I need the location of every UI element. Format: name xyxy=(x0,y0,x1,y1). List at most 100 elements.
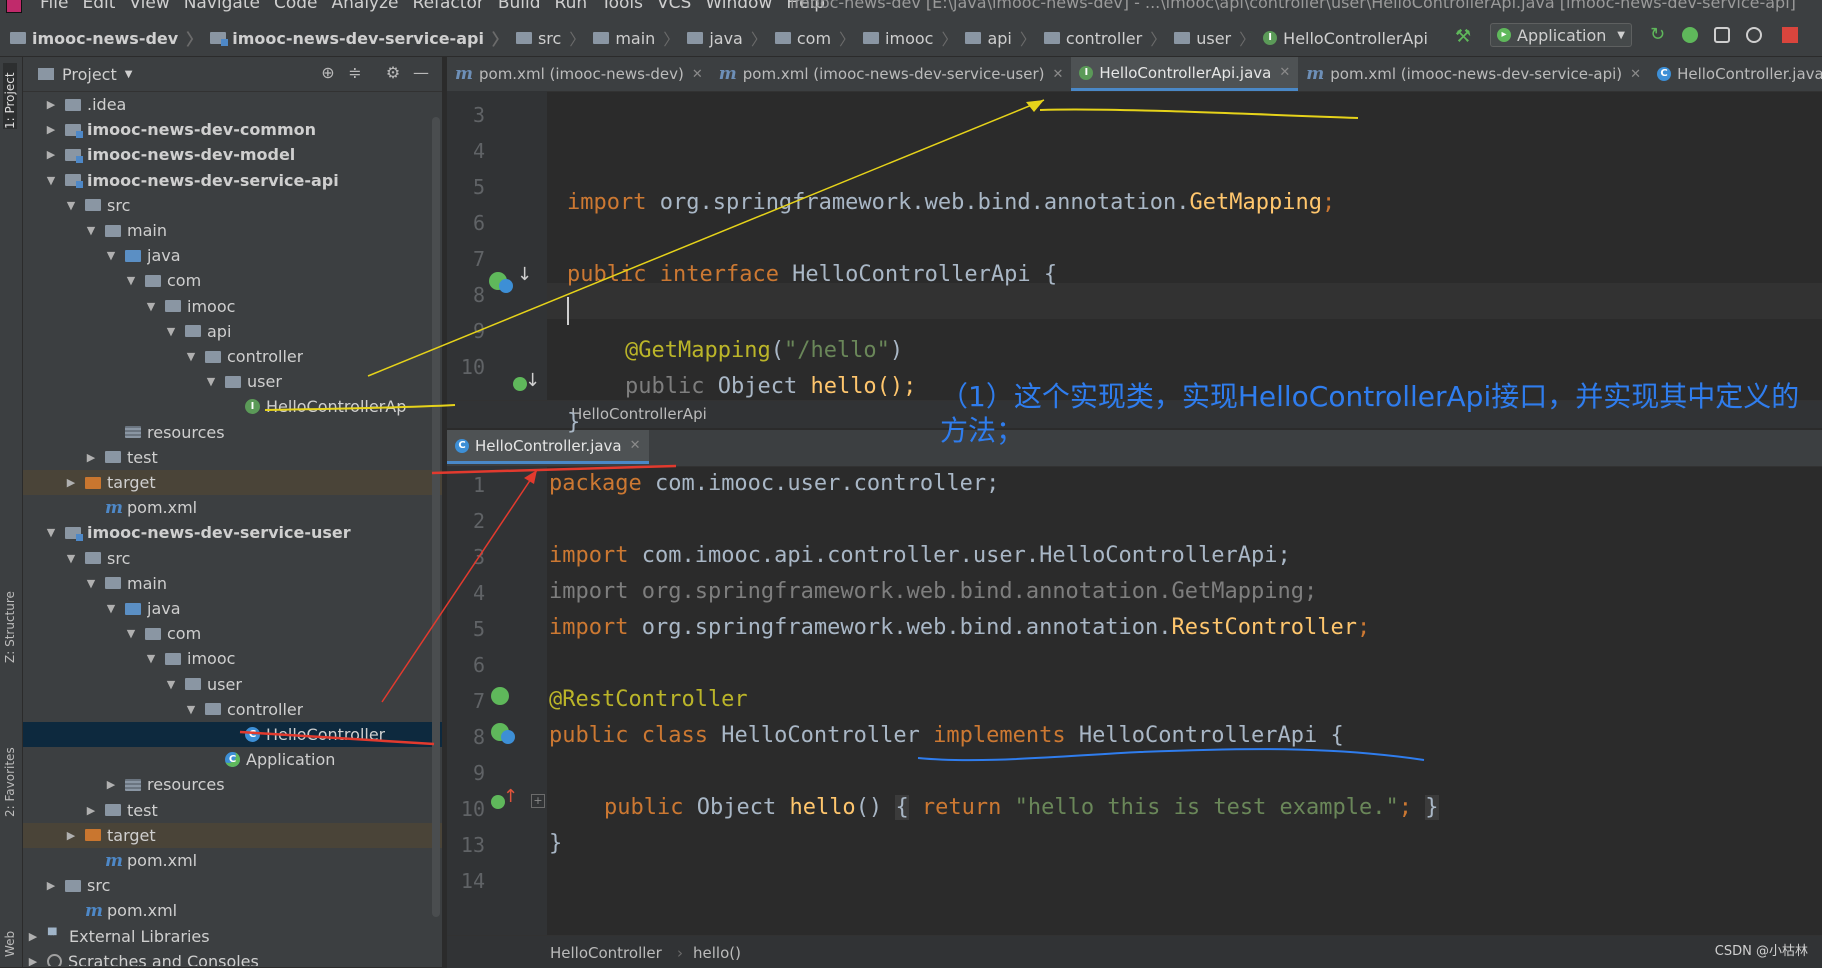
tree-item[interactable]: m pom.xml xyxy=(23,848,442,873)
expand-arrow-icon[interactable]: ▼ xyxy=(185,703,197,716)
tree-item[interactable]: ▶ target xyxy=(23,470,442,495)
code-line-8[interactable]: public class HelloController implements … xyxy=(549,723,1344,748)
implements-arrow-up-icon[interactable]: ↑ xyxy=(503,786,518,807)
project-tool-button[interactable]: 1: Project xyxy=(3,63,17,129)
expand-arrow-icon[interactable]: ▼ xyxy=(165,325,177,338)
code-line-10[interactable]: public Object hello() { return "hello th… xyxy=(604,795,1439,820)
code-line-4[interactable]: import org.springframework.web.bind.anno… xyxy=(567,190,1335,215)
fold-expand-icon[interactable]: + xyxy=(531,794,545,808)
expand-arrow-icon[interactable]: ▼ xyxy=(145,652,157,665)
collapse-arrow-icon[interactable]: ▶ xyxy=(45,148,57,161)
collapse-arrow-icon[interactable]: ▶ xyxy=(105,778,117,791)
expand-arrow-icon[interactable]: ▼ xyxy=(85,577,97,590)
nav-crumb[interactable]: src 〉 xyxy=(515,26,593,50)
expand-arrow-icon[interactable]: ▼ xyxy=(45,174,57,187)
stop-icon[interactable] xyxy=(1782,27,1798,43)
tree-item[interactable]: ▼ imooc-news-dev-service-api xyxy=(23,168,442,193)
breadcrumb-item[interactable]: hello() xyxy=(693,944,741,962)
menu-item-view[interactable]: View xyxy=(129,0,169,13)
tree-item[interactable]: ▶ test xyxy=(23,798,442,823)
tree-item[interactable]: I HelloControllerAp xyxy=(23,394,442,419)
collapse-all-icon[interactable]: ≑ xyxy=(347,65,363,81)
tree-item[interactable]: ▶ External Libraries xyxy=(23,924,442,949)
code-line-6[interactable]: public interface HelloControllerApi { xyxy=(567,262,1057,287)
code-line-10[interactable]: } xyxy=(567,410,580,435)
tree-item[interactable]: ▼ com xyxy=(23,268,442,293)
run-configuration-select[interactable]: ▸ Application ▼ xyxy=(1490,23,1632,47)
expand-arrow-icon[interactable]: ▼ xyxy=(165,678,177,691)
menu-item-code[interactable]: Code xyxy=(274,0,318,13)
breadcrumb-item[interactable]: HelloControllerApi xyxy=(571,405,707,423)
menu-item-edit[interactable]: Edit xyxy=(82,0,115,13)
tree-item[interactable]: ▶ target xyxy=(23,822,442,848)
expand-arrow-icon[interactable]: ▼ xyxy=(85,224,97,237)
tree-item[interactable]: C HelloController xyxy=(23,722,442,747)
web-tool-button[interactable]: Web xyxy=(3,917,17,957)
tree-item[interactable]: ▼ imooc xyxy=(23,646,442,671)
spring-bean-gutter-icon[interactable] xyxy=(491,687,509,705)
menu-item-tools[interactable]: Tools xyxy=(601,0,643,13)
tree-item[interactable]: ▼ com xyxy=(23,621,442,646)
run-with-coverage-icon[interactable] xyxy=(1714,27,1730,43)
code-line-13[interactable]: } xyxy=(549,831,562,856)
nav-crumb[interactable]: imooc 〉 xyxy=(863,26,965,50)
tree-item[interactable]: ▶ Scratches and Consoles xyxy=(23,949,442,966)
tree-item[interactable]: m pom.xml xyxy=(23,898,442,923)
code-line-8[interactable]: @GetMapping("/hello") xyxy=(625,338,903,363)
tree-item[interactable]: ▼ src xyxy=(23,193,442,218)
menu-item-navigate[interactable]: Navigate xyxy=(184,0,260,13)
tree-item[interactable]: ▼ user xyxy=(23,369,442,394)
nav-crumb[interactable]: controller 〉 xyxy=(1043,26,1174,50)
expand-arrow-icon[interactable]: ▼ xyxy=(105,602,117,615)
nav-crumb[interactable]: main 〉 xyxy=(593,26,687,50)
locate-target-icon[interactable]: ⊕ xyxy=(320,65,336,81)
tree-item[interactable]: m pom.xml xyxy=(23,495,442,520)
tree-item[interactable]: resources xyxy=(23,420,442,445)
breadcrumb-item[interactable]: HelloController xyxy=(550,944,662,962)
close-icon[interactable]: ✕ xyxy=(1279,65,1290,80)
tree-item[interactable]: ▶ test xyxy=(23,445,442,470)
close-icon[interactable]: ✕ xyxy=(1630,67,1641,82)
tree-item[interactable]: ▼ controller xyxy=(23,697,442,722)
implemented-gutter-icon[interactable] xyxy=(499,279,513,293)
tree-item[interactable]: ▼ api xyxy=(23,319,442,344)
tree-item[interactable]: ▼ main xyxy=(23,571,442,596)
expand-arrow-icon[interactable]: ▼ xyxy=(125,274,137,287)
nav-crumb[interactable]: api 〉 xyxy=(965,26,1043,50)
collapse-arrow-icon[interactable]: ▶ xyxy=(65,476,77,489)
nav-crumb[interactable]: imooc-news-dev-service-api 〉 xyxy=(210,26,516,50)
collapse-arrow-icon[interactable]: ▶ xyxy=(27,930,39,943)
hide-panel-icon[interactable]: — xyxy=(413,65,429,81)
code-line-3[interactable]: import com.imooc.api.controller.user.Hel… xyxy=(549,543,1291,568)
tree-item[interactable]: C Application xyxy=(23,747,442,772)
editor-tab[interactable]: m pom.xml (imooc-news-dev) ✕ xyxy=(447,57,711,91)
tree-item[interactable]: ▶ resources xyxy=(23,772,442,797)
nav-crumb[interactable]: com 〉 xyxy=(774,26,863,50)
expand-arrow-icon[interactable]: ▼ xyxy=(125,627,137,640)
tree-item[interactable]: ▼ java xyxy=(23,243,442,268)
project-tree-scrollbar[interactable] xyxy=(432,117,440,917)
nav-crumb[interactable]: user 〉 xyxy=(1174,26,1263,50)
editor-tab[interactable]: CHelloController.java✕ xyxy=(447,430,649,464)
debug-bug-icon[interactable] xyxy=(1682,27,1698,43)
menu-item-refactor[interactable]: Refactor xyxy=(413,0,484,13)
build-hammer-icon[interactable]: ⚒ xyxy=(1455,26,1471,47)
gear-icon[interactable]: ⚙ xyxy=(385,65,401,81)
tree-item[interactable]: ▼ imooc xyxy=(23,294,442,319)
menu-item-file[interactable]: File xyxy=(40,0,68,13)
code-line-5[interactable]: import org.springframework.web.bind.anno… xyxy=(549,615,1370,640)
close-icon[interactable]: ✕ xyxy=(692,67,703,82)
nav-crumb[interactable]: imooc-news-dev 〉 xyxy=(10,26,210,50)
editor-tab[interactable]: CHelloController.java✕ xyxy=(1649,57,1822,91)
expand-arrow-icon[interactable]: ▼ xyxy=(65,199,77,212)
implemented-arrow-down-icon[interactable]: ↓ xyxy=(525,370,540,391)
code-line-4[interactable]: import org.springframework.web.bind.anno… xyxy=(549,579,1317,604)
project-view-selector[interactable]: Project ▼ xyxy=(38,65,132,84)
profile-icon[interactable] xyxy=(1746,27,1762,43)
collapse-arrow-icon[interactable]: ▶ xyxy=(85,804,97,817)
tree-item[interactable]: ▶ src xyxy=(23,873,442,898)
collapse-arrow-icon[interactable]: ▶ xyxy=(85,451,97,464)
structure-tool-button[interactable]: Z: Structure xyxy=(3,577,17,663)
tree-item[interactable]: ▶ .idea xyxy=(23,92,442,117)
nav-crumb[interactable]: I HelloControllerApi xyxy=(1263,29,1428,48)
